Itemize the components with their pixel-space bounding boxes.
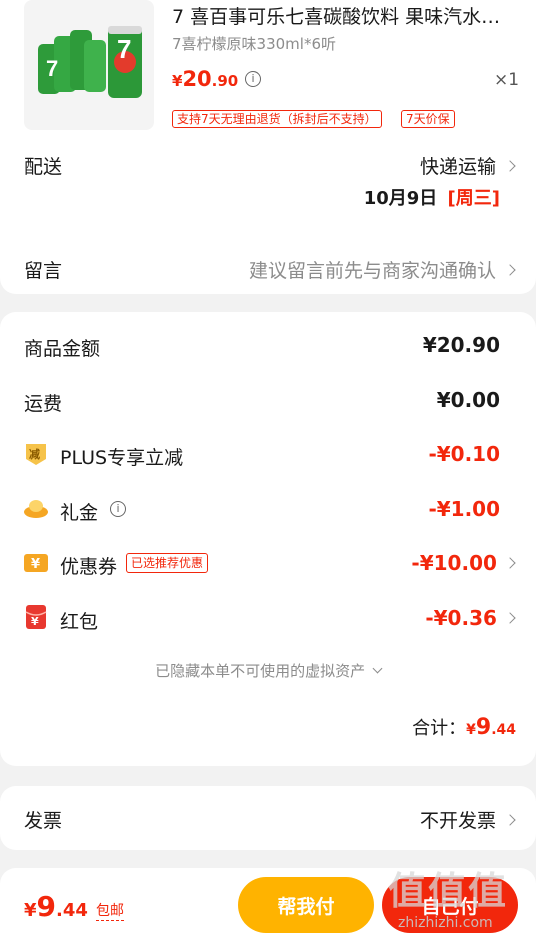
coupon-recommend-badge: 已选推荐优惠: [126, 553, 209, 573]
delivery-weekday: [周三]: [447, 188, 500, 209]
chevron-right-icon: [504, 814, 516, 826]
plus-discount-icon: 减: [23, 441, 49, 467]
invoice-selector[interactable]: 不开发票: [419, 806, 516, 833]
gift-info-icon[interactable]: i: [110, 501, 126, 517]
price-summary-card: 商品金额 ¥20.90 运费 ¥0.00 减 PLUS专享立减 -¥0.10 礼…: [0, 312, 536, 766]
gift-money-label: 礼金: [60, 502, 99, 524]
coupon-icon: ¥: [23, 550, 49, 576]
price-protect-tag: 7天价保: [401, 110, 455, 128]
hidden-assets-toggle[interactable]: 已隐藏本单不可使用的虚拟资产: [0, 660, 536, 681]
coupon-selector[interactable]: -¥10.00: [411, 551, 516, 575]
product-spec: 7喜柠檬原味330ml*6听: [172, 35, 336, 53]
message-input[interactable]: 建议留言前先与商家沟通确认: [248, 256, 516, 283]
chevron-right-icon: [504, 612, 516, 624]
red-packet-icon: ¥: [23, 604, 49, 630]
delivery-method[interactable]: 快递运输: [419, 152, 516, 179]
message-label: 留言: [24, 260, 63, 282]
price-currency: ¥: [172, 72, 183, 90]
goods-amount-label: 商品金额: [24, 338, 101, 360]
return-policy-tag: 支持7天无理由退货（拆封后不支持）: [172, 110, 382, 128]
red-packet-selector[interactable]: -¥0.36: [425, 606, 516, 630]
chevron-right-icon: [504, 264, 516, 276]
chevron-right-icon: [504, 557, 516, 569]
free-shipping-label: 包邮: [96, 900, 124, 921]
message-placeholder: 建议留言前先与商家沟通确认: [248, 260, 496, 282]
goods-amount-value: ¥20.90: [422, 333, 500, 357]
red-packet-value: -¥0.36: [425, 606, 497, 630]
coupon-label: 优惠券: [60, 556, 118, 578]
help-pay-button[interactable]: 帮我付: [238, 877, 374, 933]
product-title[interactable]: 7 喜百事可乐七喜碳酸饮料 果味汽水…: [172, 2, 522, 29]
invoice-label: 发票: [24, 810, 63, 832]
chevron-right-icon: [504, 160, 516, 172]
bottom-pay-bar: ¥9.44 包邮 帮我付 自己付: [0, 868, 536, 943]
gift-money-value: -¥1.00: [428, 497, 500, 521]
coupon-value: -¥10.00: [411, 551, 497, 575]
svg-text:7: 7: [46, 56, 58, 81]
total-label: 合计：: [412, 718, 467, 739]
product-quantity: ×1: [494, 70, 520, 90]
total-integer: 9: [475, 715, 492, 740]
price-integer: 20: [182, 67, 212, 91]
self-pay-button[interactable]: 自己付: [382, 877, 518, 933]
delivery-date-text: 10月9日: [363, 188, 438, 209]
bottom-total-decimal: .44: [56, 900, 88, 921]
invoice-card[interactable]: 发票 不开发票: [0, 786, 536, 850]
svg-text:7: 7: [117, 34, 131, 64]
hidden-assets-text: 已隐藏本单不可使用的虚拟资产: [155, 662, 366, 680]
delivery-method-text: 快递运输: [419, 156, 496, 178]
chevron-down-icon: [372, 663, 383, 674]
plus-discount-label: PLUS专享立减: [60, 447, 184, 469]
bottom-total-currency: ¥: [24, 900, 37, 921]
total-decimal: .44: [491, 722, 516, 738]
order-item-card: 7 7 7 喜百事可乐七喜碳酸饮料 果味汽水… 7喜柠檬原味330ml*6听 ¥…: [0, 0, 536, 294]
delivery-date: 10月9日 [周三]: [364, 184, 500, 210]
price-info-icon[interactable]: i: [245, 71, 261, 87]
gift-money-icon: [23, 495, 49, 521]
bottom-total-integer: 9: [36, 890, 57, 923]
total-row: 合计：¥9.44: [412, 714, 516, 740]
plus-discount-value: -¥0.10: [428, 442, 500, 466]
soda-can-pack-icon: 7 7: [38, 26, 142, 98]
delivery-label: 配送: [24, 156, 63, 178]
shipping-fee-label: 运费: [24, 393, 63, 415]
svg-text:减: 减: [29, 447, 40, 461]
product-price: ¥20.90: [172, 67, 238, 91]
red-packet-label: 红包: [60, 611, 99, 633]
svg-text:¥: ¥: [31, 615, 39, 628]
shipping-fee-value: ¥0.00: [436, 388, 500, 412]
price-decimal: .90: [211, 72, 239, 90]
bottom-total: ¥9.44: [24, 890, 88, 923]
total-currency: ¥: [466, 722, 476, 738]
svg-text:¥: ¥: [31, 557, 40, 572]
invoice-value: 不开发票: [419, 810, 496, 832]
product-image[interactable]: 7 7: [24, 0, 154, 130]
